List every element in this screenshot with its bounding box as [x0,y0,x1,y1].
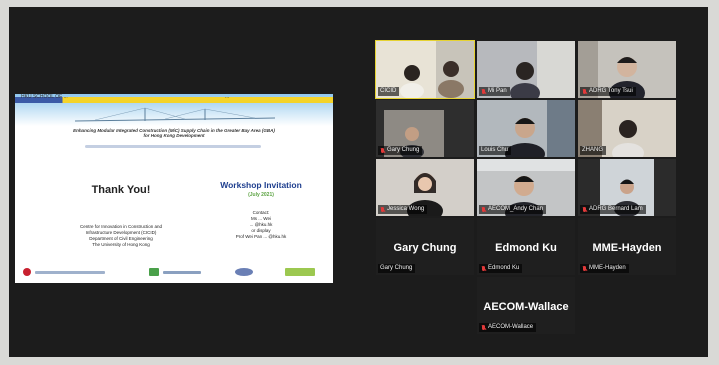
participant-tile-jessica-wong[interactable]: Jessica Wong [376,159,474,216]
participant-name: Mi Pan [488,88,507,94]
participant-display-name: AECOM-Wallace [483,301,569,313]
participant-name-tag: AECOM_Andy Chan [479,205,547,214]
slide-header-banner: HKU SCHOOL OF ... ... [15,94,333,126]
slide-blurred-subtitle [85,145,261,148]
bridge-image [75,107,275,122]
participant-tile-mme-hayden[interactable]: MME-Hayden MME-Hayden [578,218,676,275]
participant-name: Gary Chung [387,147,420,153]
participant-display-name: Edmond Ku [495,242,557,254]
muted-mic-icon [582,265,587,272]
muted-mic-icon [582,88,587,95]
slide-title: Enhancing Modular Integrated Constructio… [65,128,283,138]
partner-logo-2 [235,268,253,276]
slide-header-right-text: ... [225,94,230,100]
participant-tile-adrg-bernard-lam[interactable]: ADRG Bernard Lam [578,159,676,216]
participant-tile-aecom-wallace[interactable]: AECOM-Wallace AECOM-Wallace [477,277,575,334]
participant-name: AECOM_Andy Chan [488,206,544,212]
participant-tile-adrg-tony-tsui[interactable]: ADRG Tony Tsui [578,41,676,98]
participant-name-tag: Jessica Wong [378,205,428,214]
participant-display-name: Gary Chung [393,242,457,254]
participant-name-tag: ADRG Bernard Lam [580,205,646,214]
participant-name-tag: Edmond Ku [479,264,523,273]
participant-name-tag: Mi Pan [479,87,510,96]
zoom-meeting-window: HKU SCHOOL OF ... ... Enhancing Modular … [9,7,708,357]
participant-name-tag: CICID [378,87,400,96]
participant-name: Gary Chung [380,265,413,271]
participant-tile-edmond-ku[interactable]: Edmond Ku Edmond Ku [477,218,575,275]
sponsor-logo-row [15,264,333,280]
participant-name-tag: Gary Chung [378,264,416,273]
participant-name-tag: Gary Chung [378,146,423,155]
muted-mic-icon [481,206,486,213]
participant-tile-gary-chung[interactable]: Gary Chung Gary Chung [376,218,474,275]
participant-tile-zhang[interactable]: ZHANG [578,100,676,157]
partner-logo-3 [285,268,315,276]
participant-name-tag: MME-Hayden [580,264,629,273]
slide-header-left-text: HKU SCHOOL OF ... [21,94,68,100]
participant-tile-louis-chu[interactable]: Louis Chu [477,100,575,157]
participant-tile-gary-chung-video[interactable]: Gary Chung [376,100,474,157]
participant-tile-aecom-andy-chan[interactable]: AECOM_Andy Chan [477,159,575,216]
muted-mic-icon [380,206,385,213]
participant-name: AECOM-Wallace [488,324,534,330]
workshop-invitation-date: (July 2021) [248,192,274,198]
muted-mic-icon [481,88,486,95]
participant-display-name: MME-Hayden [592,242,662,254]
participant-tile-cicid[interactable]: CICID [375,40,475,99]
participant-name-tag: AECOM-Wallace [479,323,537,332]
participant-name-tag: ADRG Tony Tsui [580,87,636,96]
centre-line-4: The University of Hong Kong [92,242,150,247]
partner-logo-1 [149,268,159,276]
participant-name: Edmond Ku [488,265,520,271]
participant-name: Louis Chu [481,147,509,153]
contact-line-5: Prof Wei Pan ... @hku.hk [235,234,287,239]
participant-name: MME-Hayden [589,265,626,271]
workshop-invitation-title: Workshop Invitation [220,180,302,190]
participant-name: ZHANG [582,147,603,153]
participant-name: ADRG Bernard Lam [589,206,643,212]
hku-logo-text [35,271,105,274]
muted-mic-icon [582,206,587,213]
participant-name-tag: ZHANG [580,146,606,155]
hku-logo [23,268,31,276]
shared-screen-slide: HKU SCHOOL OF ... ... Enhancing Modular … [15,94,333,283]
partner-logo-1-text [163,271,201,274]
slide-title-line-2: for Hong Kong Development [143,133,205,138]
contact-info: Contact: Ms ... Wei ... @hku.hk or displ… [201,210,321,240]
participant-tile-mi-pan[interactable]: Mi Pan [477,41,575,98]
muted-mic-icon [481,265,486,272]
participant-name-tag: Louis Chu [479,146,512,155]
muted-mic-icon [481,324,486,331]
muted-mic-icon [380,147,385,154]
thank-you-text: Thank You! [91,184,151,196]
participant-name: CICID [380,88,397,94]
participant-name: ADRG Tony Tsui [589,88,633,94]
centre-info: Centre for Innovation in Construction an… [55,224,187,248]
participant-name: Jessica Wong [387,206,425,212]
